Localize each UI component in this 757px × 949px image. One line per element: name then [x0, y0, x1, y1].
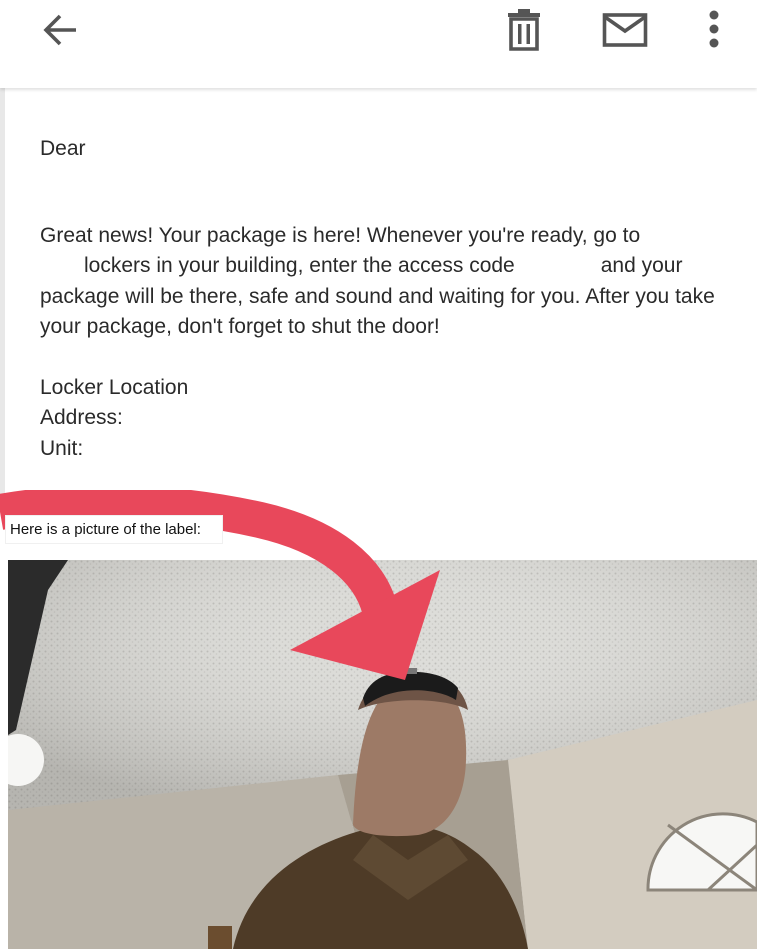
address-label: Address:	[40, 406, 123, 429]
top-app-bar	[0, 0, 757, 88]
message-paragraph: Great news! Your package is here! Whenev…	[40, 221, 752, 343]
delete-button[interactable]	[496, 4, 552, 56]
unit-label: Unit:	[40, 436, 84, 460]
mark-unread-button[interactable]	[597, 4, 653, 56]
message-line-2b: and your	[600, 254, 683, 277]
back-button[interactable]	[32, 4, 88, 56]
trash-icon	[508, 9, 540, 51]
message-line-1: Great news! Your package is here! Whenev…	[40, 223, 641, 247]
greeting-text: Dear	[40, 137, 86, 160]
message-line-2a: lockers in your building, enter the acce…	[84, 254, 515, 277]
more-options-button[interactable]	[686, 4, 742, 56]
envelope-icon	[602, 13, 648, 47]
locker-location-label: Locker Location	[40, 375, 189, 399]
email-body: Dear Great news! Your package is here! W…	[40, 134, 752, 464]
label-caption: Here is a picture of the label:	[5, 515, 223, 544]
arrow-back-icon	[43, 14, 76, 46]
more-vertical-icon	[709, 10, 719, 48]
message-rest: package will be there, safe and sound an…	[40, 284, 715, 339]
